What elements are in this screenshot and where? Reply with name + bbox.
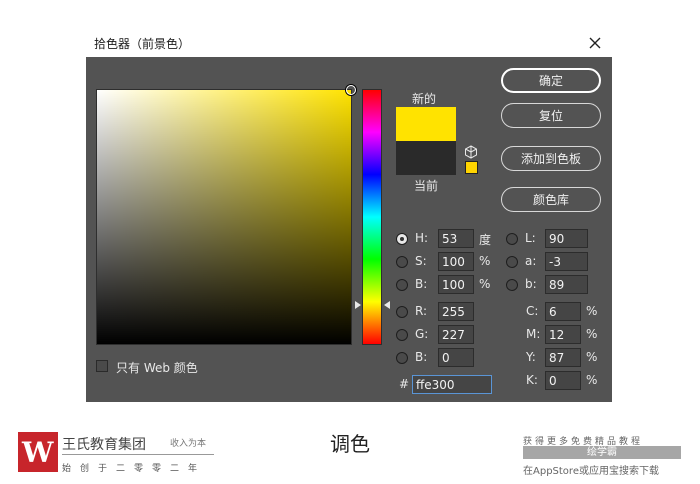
- color-libraries-button[interactable]: 颜色库: [501, 187, 601, 212]
- hsb-b-unit: %: [479, 277, 491, 291]
- g-input[interactable]: 227: [438, 325, 474, 344]
- m-input[interactable]: 12: [545, 325, 581, 344]
- h-label: H:: [415, 231, 429, 245]
- current-color-swatch[interactable]: [396, 141, 456, 175]
- m-unit: %: [586, 327, 598, 341]
- lab-b-input[interactable]: 89: [545, 275, 588, 294]
- s-label: S:: [415, 254, 427, 268]
- r-label: R:: [415, 304, 428, 318]
- brand-divider: [62, 454, 214, 455]
- reset-button[interactable]: 复位: [501, 103, 601, 128]
- radio-lab-b[interactable]: [506, 279, 518, 291]
- rgb-b-label: B:: [415, 350, 428, 364]
- radio-g[interactable]: [396, 329, 408, 341]
- h-input[interactable]: 53: [438, 229, 474, 248]
- web-safe-swatch[interactable]: [465, 161, 478, 174]
- brand-subtitle: 始创于二零零二年: [62, 464, 207, 474]
- close-icon: [589, 37, 601, 49]
- y-input[interactable]: 87: [545, 348, 581, 367]
- radio-l[interactable]: [506, 233, 518, 245]
- color-picker-dialog: 拾色器（前景色） 新的 当前 确定 复位 添加到色板 颜色库 H: 53 度 S…: [86, 29, 612, 402]
- hex-label: #: [399, 377, 410, 391]
- close-button[interactable]: [584, 32, 606, 54]
- ok-button[interactable]: 确定: [501, 68, 601, 93]
- radio-hsb-b[interactable]: [396, 279, 408, 291]
- k-unit: %: [586, 373, 598, 387]
- out-of-gamut-cube-icon[interactable]: [464, 145, 478, 159]
- c-unit: %: [586, 304, 598, 318]
- r-input[interactable]: 255: [438, 302, 474, 321]
- s-unit: %: [479, 254, 491, 268]
- new-color-label: 新的: [412, 92, 437, 106]
- new-color-swatch: [396, 107, 456, 141]
- hue-slider-handle-left[interactable]: [355, 301, 361, 309]
- radio-rgb-b[interactable]: [396, 352, 408, 364]
- c-input[interactable]: 6: [545, 302, 581, 321]
- dialog-title: 拾色器（前景色）: [94, 37, 191, 51]
- rgb-b-input[interactable]: 0: [438, 348, 474, 367]
- brand-name: 王氏教育集团: [62, 437, 146, 453]
- brand-tagline: 收入为本: [170, 439, 207, 449]
- a-label: a:: [525, 254, 537, 268]
- hsb-b-input[interactable]: 100: [438, 275, 474, 294]
- radio-h[interactable]: [396, 233, 408, 245]
- l-label: L:: [525, 231, 536, 245]
- g-label: G:: [415, 327, 429, 341]
- m-label: M:: [526, 327, 541, 341]
- hsb-b-label: B:: [415, 277, 428, 291]
- brand-logo: W: [18, 432, 58, 472]
- k-input[interactable]: 0: [545, 371, 581, 390]
- y-unit: %: [586, 350, 598, 364]
- promo-app-name: 绘学霸: [523, 446, 681, 459]
- dialog-titlebar: 拾色器（前景色）: [86, 29, 612, 57]
- hue-slider[interactable]: [362, 89, 382, 345]
- l-input[interactable]: 90: [545, 229, 588, 248]
- web-colors-only-checkbox[interactable]: [96, 360, 108, 372]
- lab-b-label: b:: [525, 277, 537, 291]
- hex-input[interactable]: ffe300: [412, 375, 492, 394]
- color-field[interactable]: [96, 85, 356, 345]
- promo-download-text: 在AppStore或应用宝搜索下载: [523, 466, 659, 477]
- current-color-label: 当前: [414, 179, 439, 193]
- radio-r[interactable]: [396, 306, 408, 318]
- a-input[interactable]: -3: [545, 252, 588, 271]
- add-to-swatches-button[interactable]: 添加到色板: [501, 146, 601, 171]
- brand-logo-letter-icon: W: [22, 436, 54, 469]
- color-field-marker[interactable]: [346, 85, 356, 95]
- c-label: C:: [526, 304, 539, 318]
- s-input[interactable]: 100: [438, 252, 474, 271]
- hue-slider-handle-right[interactable]: [384, 301, 390, 309]
- y-label: Y:: [526, 350, 536, 364]
- web-colors-only-label[interactable]: 只有 Web 颜色: [116, 359, 198, 376]
- radio-s[interactable]: [396, 256, 408, 268]
- k-label: K:: [526, 373, 538, 387]
- radio-a[interactable]: [506, 256, 518, 268]
- h-unit: 度: [479, 233, 492, 247]
- page-caption: 调色: [330, 432, 370, 456]
